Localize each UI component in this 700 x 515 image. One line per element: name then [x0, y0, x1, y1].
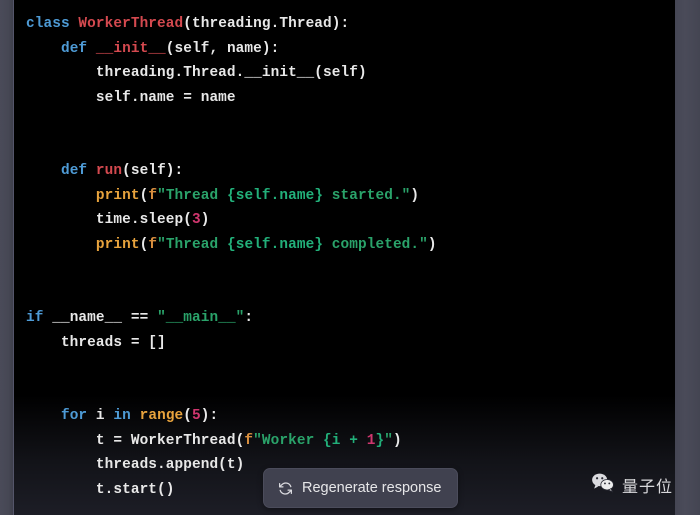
screenshot-root: class WorkerThread(threading.Thread): de… — [0, 0, 700, 515]
left-gutter — [0, 0, 14, 515]
wechat-icon — [591, 472, 615, 498]
watermark: 量子位 — [591, 472, 673, 498]
python-code-listing[interactable]: class WorkerThread(threading.Thread): de… — [14, 0, 675, 515]
right-gutter — [675, 0, 700, 515]
regenerate-response-button[interactable]: Regenerate response — [263, 468, 459, 508]
watermark-text: 量子位 — [621, 477, 673, 496]
code-block-panel: class WorkerThread(threading.Thread): de… — [14, 0, 675, 515]
regenerate-response-label: Regenerate response — [302, 480, 442, 496]
refresh-icon — [278, 481, 293, 496]
